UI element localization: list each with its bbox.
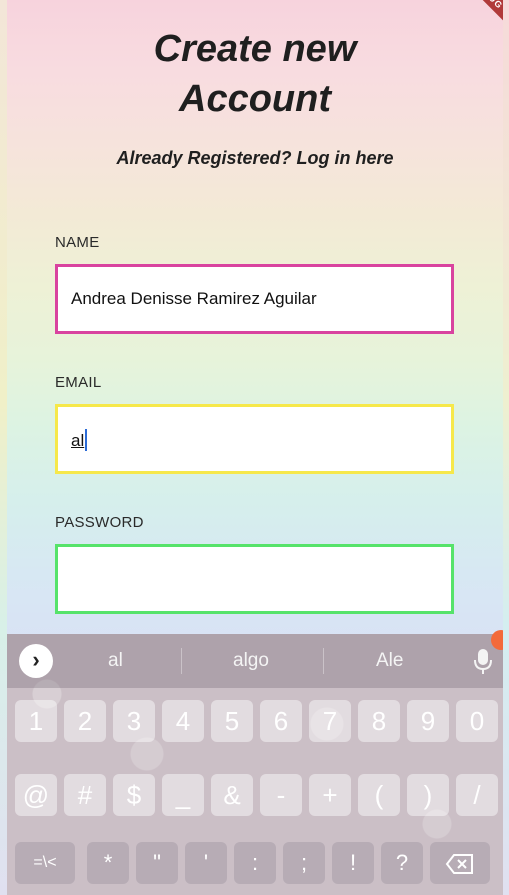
key-plus[interactable]: + [309,774,351,816]
key-ampersand[interactable]: & [211,774,253,816]
key-3[interactable]: 3 [113,700,155,742]
app-screen: DEBUG Create new Account Already Registe… [7,0,503,895]
key-underscore[interactable]: _ [162,774,204,816]
backspace-icon[interactable] [430,842,490,884]
key-more-symbols[interactable]: =\< [15,842,75,884]
key-single-quote[interactable]: ' [185,842,227,884]
key-9[interactable]: 9 [407,700,449,742]
key-exclamation[interactable]: ! [332,842,374,884]
chevron-right-icon[interactable]: › [19,644,53,678]
key-hash[interactable]: # [64,774,106,816]
suggestion-divider [181,648,182,674]
email-value: al [71,431,85,450]
key-1[interactable]: 1 [15,700,57,742]
key-minus[interactable]: - [260,774,302,816]
right-edge [503,0,509,895]
suggestion-bar: › al algo Ale [7,634,503,688]
suggestion-2[interactable]: algo [233,650,269,672]
key-5[interactable]: 5 [211,700,253,742]
key-close-paren[interactable]: ) [407,774,449,816]
key-6[interactable]: 6 [260,700,302,742]
email-input[interactable]: al [71,429,88,451]
key-at[interactable]: @ [15,774,57,816]
key-2[interactable]: 2 [64,700,106,742]
password-field[interactable] [55,544,454,614]
name-field[interactable] [55,264,454,334]
password-input[interactable] [58,547,451,611]
key-double-quote[interactable]: " [136,842,178,884]
key-dollar[interactable]: $ [113,774,155,816]
key-4[interactable]: 4 [162,700,204,742]
name-input[interactable] [58,267,451,331]
key-0[interactable]: 0 [456,700,498,742]
on-screen-keyboard: › al algo Ale 1 2 3 4 5 6 7 8 9 0 @ # $ … [7,630,503,895]
key-open-paren[interactable]: ( [358,774,400,816]
suggestion-1[interactable]: al [108,650,123,672]
title-line-2: Account [179,78,331,120]
suggestion-divider [323,648,324,674]
page-title: Create new Account [7,24,503,124]
key-colon[interactable]: : [234,842,276,884]
text-caret [85,429,88,451]
key-question[interactable]: ? [381,842,423,884]
title-line-1: Create new [153,28,357,70]
key-slash[interactable]: / [456,774,498,816]
suggestion-3[interactable]: Ale [376,650,403,672]
login-link[interactable]: Already Registered? Log in here [7,148,503,169]
key-asterisk[interactable]: * [87,842,129,884]
key-semicolon[interactable]: ; [283,842,325,884]
key-7[interactable]: 7 [309,700,351,742]
key-8[interactable]: 8 [358,700,400,742]
email-label: EMAIL [55,374,102,391]
microphone-icon[interactable] [473,646,493,676]
name-label: NAME [55,234,100,251]
password-label: PASSWORD [55,514,144,531]
email-field[interactable]: al [55,404,454,474]
left-edge [0,0,7,895]
